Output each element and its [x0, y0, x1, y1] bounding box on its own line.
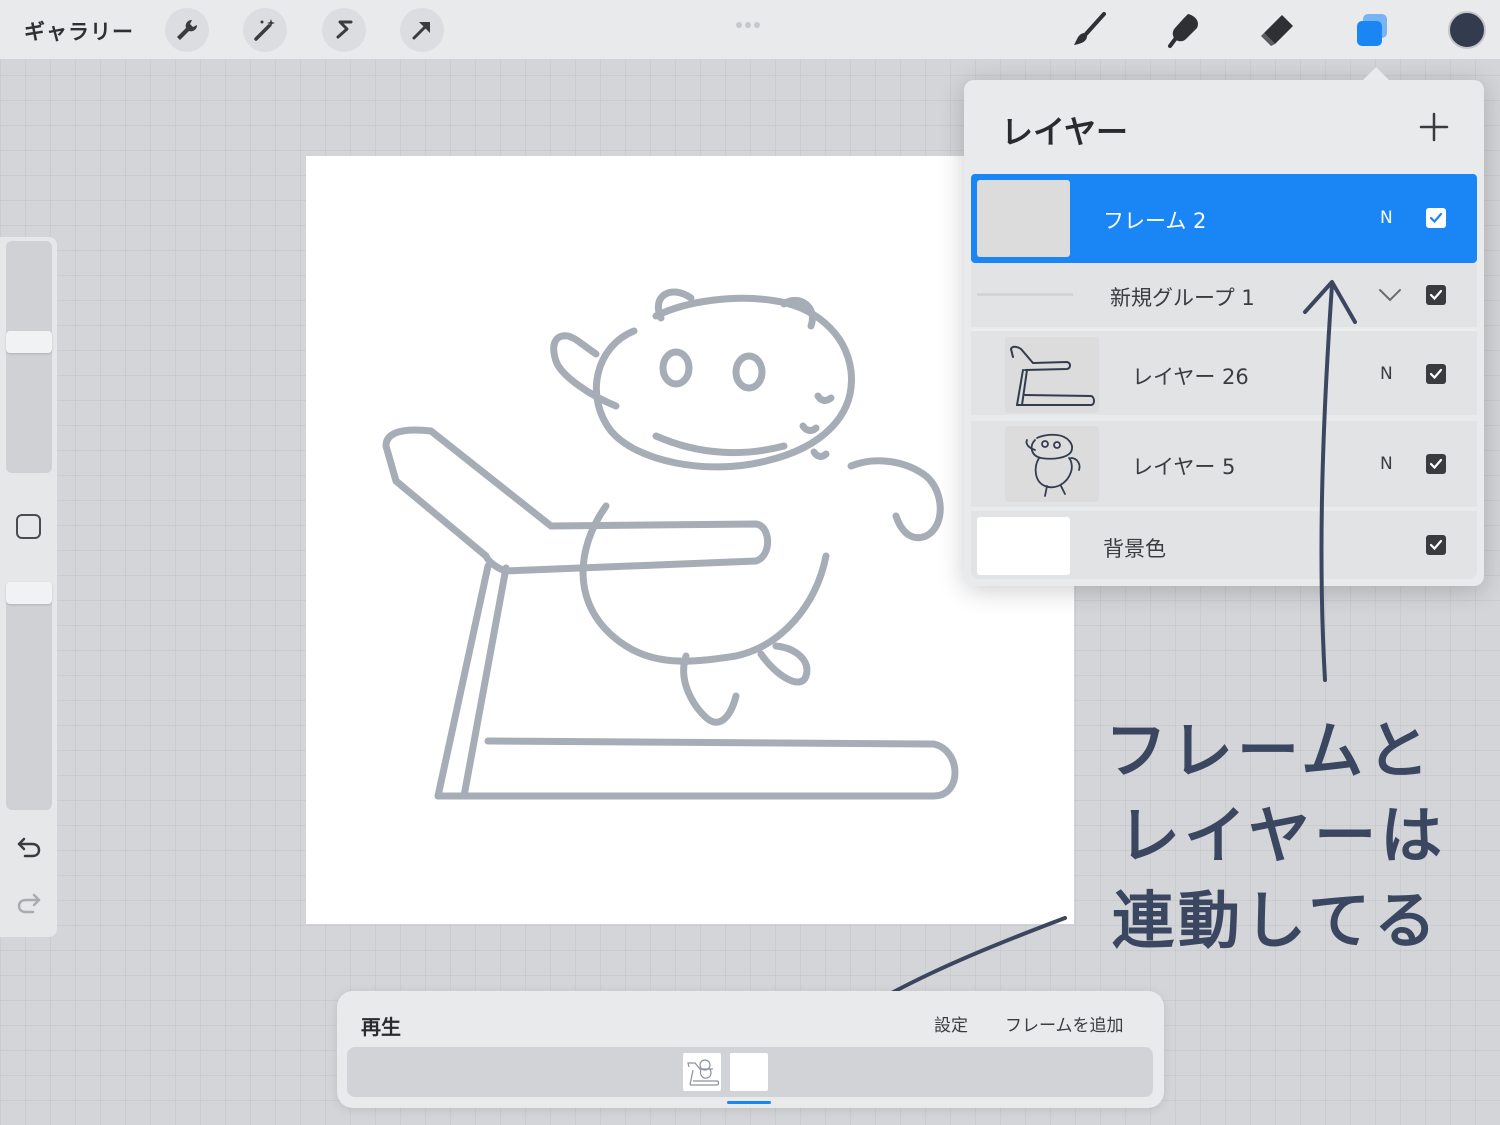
add-frame-button[interactable]: フレームを追加 — [1005, 1011, 1124, 1036]
frame-thumb-1[interactable] — [683, 1053, 721, 1091]
frame-thumb-2[interactable] — [730, 1053, 768, 1091]
frame-track[interactable] — [347, 1047, 1153, 1097]
annotation-line-3: 連動してる — [1112, 884, 1441, 957]
annotation-line-2: レイヤーは — [1118, 799, 1447, 872]
settings-button[interactable]: 設定 — [934, 1011, 968, 1036]
arrow-up-to-layers — [1319, 283, 1334, 682]
annotation-line-1: フレームと — [1105, 714, 1434, 787]
handwritten-annotation: フレームと レイヤーは 連動してる — [1090, 690, 1490, 960]
animation-timeline: 再生 設定 フレームを追加 — [337, 991, 1164, 1108]
play-button[interactable]: 再生 — [361, 1011, 401, 1040]
current-frame-indicator — [727, 1101, 771, 1104]
frame-sketch-thumb — [687, 1059, 720, 1086]
